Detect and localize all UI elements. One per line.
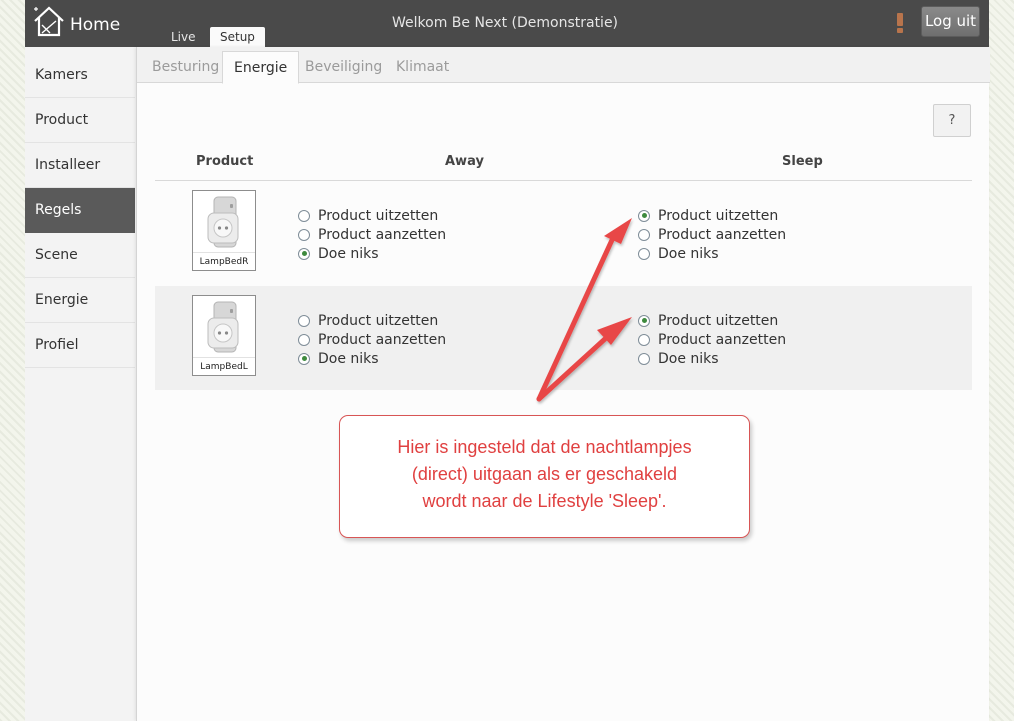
table-row: LampBedR Product uitzetten Product aanze… — [155, 181, 972, 285]
option-label: Product uitzetten — [658, 207, 779, 224]
away-options: Product uitzetten Product aanzetten Doe … — [298, 206, 446, 263]
sleep-options: Product uitzetten Product aanzetten Doe … — [638, 311, 786, 368]
radio-button-selected[interactable] — [298, 247, 310, 260]
option-label: Doe niks — [318, 245, 379, 262]
radio-option[interactable]: Product uitzetten — [298, 311, 446, 330]
radio-button-selected[interactable] — [638, 209, 650, 222]
annotation-callout: Hier is ingesteld dat de nachtlampjes (d… — [339, 415, 750, 538]
tab-setup[interactable]: Setup — [210, 27, 265, 47]
annotation-line: wordt naar de Lifestyle 'Sleep'. — [422, 491, 667, 511]
sidebar-item-product[interactable]: Product — [25, 98, 135, 143]
radio-option[interactable]: Product uitzetten — [638, 206, 786, 225]
away-options: Product uitzetten Product aanzetten Doe … — [298, 311, 446, 368]
column-header-away: Away — [445, 154, 484, 169]
option-label: Product aanzetten — [658, 331, 787, 348]
sidebar: Kamers Product Installeer Regels Scene E… — [25, 53, 135, 368]
smart-plug-icon — [207, 301, 239, 353]
tab-beveiliging[interactable]: Beveiliging — [294, 51, 393, 83]
column-header-sleep: Sleep — [782, 154, 823, 169]
radio-option[interactable]: Product uitzetten — [298, 206, 446, 225]
radio-option[interactable]: Product aanzetten — [298, 225, 446, 244]
product-name: LampBedL — [193, 357, 255, 375]
table-row: LampBedL Product uitzetten Product aanze… — [155, 286, 972, 390]
option-label: Product aanzetten — [658, 226, 787, 243]
home-link[interactable]: Home — [33, 5, 120, 37]
option-label: Product uitzetten — [318, 207, 439, 224]
sidebar-item-kamers[interactable]: Kamers — [25, 53, 135, 98]
product-tile[interactable]: LampBedL — [192, 295, 256, 376]
radio-option[interactable]: Doe niks — [638, 244, 786, 263]
tab-klimaat[interactable]: Klimaat — [385, 51, 460, 83]
app-window: Home Live Setup Welkom Be Next (Demonstr… — [25, 0, 990, 721]
sidebar-item-scene[interactable]: Scene — [25, 233, 135, 278]
home-icon — [34, 6, 64, 37]
product-name: LampBedR — [193, 252, 255, 270]
sidebar-item-installeer[interactable]: Installeer — [25, 143, 135, 188]
welcome-text: Welkom Be Next (Demonstratie) — [392, 15, 619, 31]
tab-energie[interactable]: Energie — [222, 51, 300, 84]
radio-button[interactable] — [298, 333, 310, 346]
option-label: Product uitzetten — [658, 312, 779, 329]
smart-plug-icon — [207, 196, 239, 248]
column-header-product: Product — [196, 154, 254, 169]
option-label: Product aanzetten — [318, 331, 447, 348]
radio-button[interactable] — [638, 228, 650, 241]
help-button[interactable]: ? — [933, 104, 971, 137]
option-label: Doe niks — [658, 245, 719, 262]
sidebar-item-regels[interactable]: Regels — [25, 188, 135, 233]
radio-button[interactable] — [638, 333, 650, 346]
radio-option[interactable]: Product aanzetten — [638, 330, 786, 349]
option-label: Product uitzetten — [318, 312, 439, 329]
logout-button[interactable]: Log uit — [921, 6, 980, 37]
exclamation-icon[interactable] — [894, 12, 906, 34]
radio-option[interactable]: Product uitzetten — [638, 311, 786, 330]
radio-option[interactable]: Product aanzetten — [638, 225, 786, 244]
tab-live[interactable]: Live — [161, 27, 206, 47]
radio-button[interactable] — [298, 228, 310, 241]
product-tile[interactable]: LampBedR — [192, 190, 256, 271]
radio-button[interactable] — [638, 352, 650, 365]
radio-button[interactable] — [298, 209, 310, 222]
main-panel: Besturing Energie Beveiliging Klimaat ? … — [136, 47, 990, 721]
tab-besturing[interactable]: Besturing — [141, 51, 230, 83]
sidebar-item-profiel[interactable]: Profiel — [25, 323, 135, 368]
radio-option[interactable]: Product aanzetten — [298, 330, 446, 349]
radio-option[interactable]: Doe niks — [298, 349, 446, 368]
radio-option[interactable]: Doe niks — [298, 244, 446, 263]
radio-button[interactable] — [298, 314, 310, 327]
radio-button[interactable] — [638, 247, 650, 260]
radio-option[interactable]: Doe niks — [638, 349, 786, 368]
sleep-options: Product uitzetten Product aanzetten Doe … — [638, 206, 786, 263]
brand-label: Home — [70, 15, 121, 35]
radio-button-selected[interactable] — [298, 352, 310, 365]
option-label: Doe niks — [318, 350, 379, 367]
radio-button-selected[interactable] — [638, 314, 650, 327]
annotation-line: Hier is ingesteld dat de nachtlampjes — [397, 437, 692, 457]
annotation-line: (direct) uitgaan als er geschakeld — [411, 464, 678, 484]
sidebar-item-energie[interactable]: Energie — [25, 278, 135, 323]
option-label: Doe niks — [658, 350, 719, 367]
option-label: Product aanzetten — [318, 226, 447, 243]
sub-tab-bar: Besturing Energie Beveiliging Klimaat — [137, 47, 990, 84]
top-bar: Home Live Setup Welkom Be Next (Demonstr… — [25, 0, 989, 47]
